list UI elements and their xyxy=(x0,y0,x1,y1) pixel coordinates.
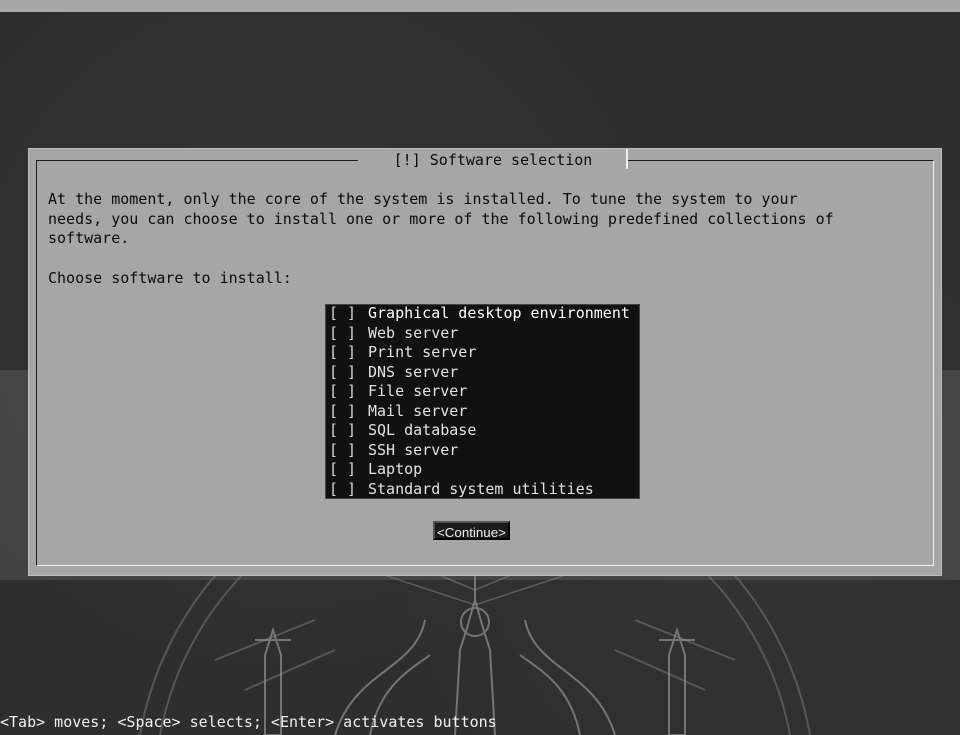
list-item-sql-database[interactable]: [ ] SQL database xyxy=(325,421,640,441)
top-band xyxy=(0,0,960,12)
item-label: File server xyxy=(368,382,468,400)
software-prompt: Choose software to install: xyxy=(48,269,292,287)
checkbox[interactable]: [ ] xyxy=(329,343,359,363)
list-item-print-server[interactable]: [ ] Print server xyxy=(325,343,640,363)
dialog-intro-text: At the moment, only the core of the syst… xyxy=(48,190,834,247)
checkbox[interactable]: [ ] xyxy=(329,480,359,500)
software-list: [ ] Graphical desktop environment [ ] We… xyxy=(325,304,640,499)
checkbox[interactable]: [ ] xyxy=(329,363,359,383)
item-label: Mail server xyxy=(368,401,468,420)
continue-button[interactable]: <Continue> xyxy=(433,521,510,540)
checkbox[interactable]: [ ] xyxy=(329,402,359,422)
checkbox[interactable]: [ ] xyxy=(329,382,359,402)
list-item-web-server[interactable]: [ ] Web server xyxy=(325,324,640,344)
item-label: Laptop xyxy=(368,460,423,478)
list-item-mail-server[interactable]: [ ] Mail server xyxy=(325,402,640,422)
checkbox[interactable]: [ ] xyxy=(329,460,359,480)
software-selection-dialog: [!] Software selection At the moment, on… xyxy=(28,148,942,576)
list-item-file-server[interactable]: [ ] File server xyxy=(325,382,640,402)
checkbox[interactable]: [ ] xyxy=(329,441,359,461)
checkbox[interactable]: [ ] xyxy=(329,324,359,344)
item-label: Web server xyxy=(368,323,459,342)
item-label: Standard system utilities xyxy=(368,479,594,498)
dialog-title-right-edge xyxy=(626,149,628,169)
keyboard-help-text: <Tab> moves; <Space> selects; <Enter> ac… xyxy=(0,713,497,731)
dialog-title: [!] Software selection xyxy=(358,149,628,171)
checkbox[interactable]: [ ] xyxy=(329,421,359,441)
list-item-standard-system-utilities[interactable]: [ ] Standard system utilities xyxy=(325,480,640,500)
list-item-ssh-server[interactable]: [ ] SSH server xyxy=(325,441,640,461)
item-label: Print server xyxy=(368,343,477,361)
list-item-laptop[interactable]: [ ] Laptop xyxy=(325,460,640,480)
installer-screen: [!] Software selection At the moment, on… xyxy=(0,0,960,735)
item-label: DNS server xyxy=(368,362,459,381)
list-item-dns-server[interactable]: [ ] DNS server xyxy=(325,363,640,383)
item-label: SSH server xyxy=(368,440,459,459)
item-label: Graphical desktop environment xyxy=(368,304,630,322)
item-label: SQL database xyxy=(368,421,477,439)
list-item-graphical-desktop-environment[interactable]: [ ] Graphical desktop environment xyxy=(325,304,640,324)
checkbox[interactable]: [ ] xyxy=(329,304,359,324)
